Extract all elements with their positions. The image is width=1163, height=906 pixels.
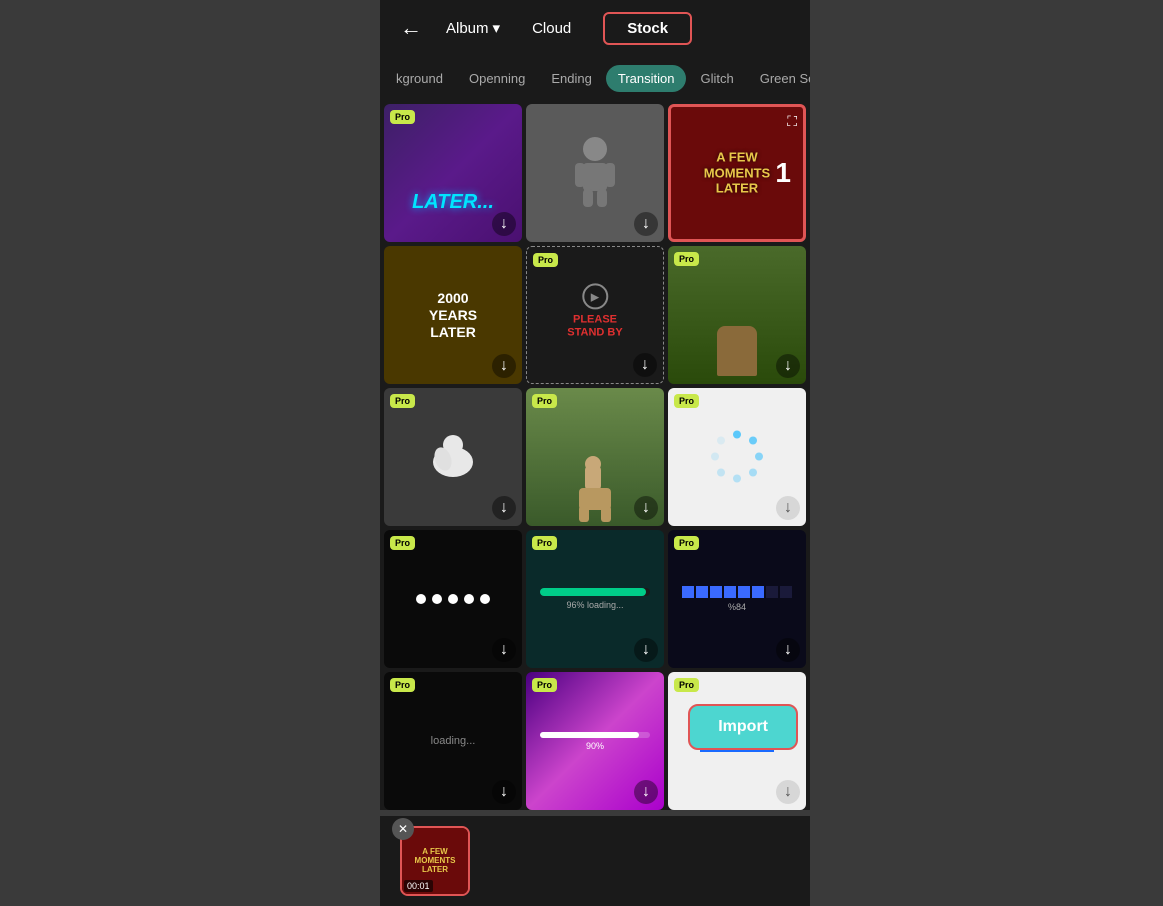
download-icon-12[interactable]: ↓ bbox=[776, 638, 800, 662]
grid-item-11[interactable]: Pro 96% loading... ↓ bbox=[526, 530, 664, 668]
grid-item-5[interactable]: Pro ▶ PLEASESTAND BY ↓ bbox=[526, 246, 664, 384]
dot-3 bbox=[448, 594, 458, 604]
pixel-pct-12: %84 bbox=[682, 602, 792, 612]
pixel-seg-4 bbox=[724, 586, 736, 598]
grid-item-3[interactable]: ⛶ 1 A FEWMOMENTS LATER bbox=[668, 104, 806, 242]
tabs-bar: kground Openning Ending Transition Glitc… bbox=[380, 56, 810, 100]
pro-badge-1: Pro bbox=[390, 110, 415, 124]
loading-bar-container-11: 96% loading... bbox=[540, 588, 650, 610]
pixel-bar-12 bbox=[682, 586, 792, 598]
loading-pct2-14: 90% bbox=[540, 741, 650, 751]
dot-4 bbox=[464, 594, 474, 604]
bird-svg bbox=[423, 427, 483, 487]
cloud-button[interactable]: Cloud bbox=[516, 14, 587, 43]
pro-badge-5: Pro bbox=[533, 253, 558, 267]
dots-row-10 bbox=[416, 594, 490, 604]
download-icon-11[interactable]: ↓ bbox=[634, 638, 658, 662]
grid-item-14[interactable]: Pro 90% ↓ bbox=[526, 672, 664, 810]
tab-opening[interactable]: Openning bbox=[457, 65, 537, 92]
grid-item-8[interactable]: Pro ↓ bbox=[526, 388, 664, 526]
loading-bar2-fill-14 bbox=[540, 732, 639, 738]
loading-bar-track-11 bbox=[540, 588, 650, 596]
pixel-seg-8 bbox=[780, 586, 792, 598]
grid-item-1[interactable]: Pro LATER... ↓ bbox=[384, 104, 522, 242]
grid-item-2[interactable]: ↓ bbox=[526, 104, 664, 242]
back-button[interactable]: ← bbox=[392, 11, 430, 45]
pro-badge-15: Pro bbox=[674, 678, 699, 692]
pro-badge-6: Pro bbox=[674, 252, 699, 266]
pro-badge-12: Pro bbox=[674, 536, 699, 550]
grid-item-10[interactable]: Pro ↓ bbox=[384, 530, 522, 668]
loading-text-11: 96% loading... bbox=[540, 600, 650, 610]
import-button-area: Import bbox=[688, 704, 798, 750]
pro-badge-14: Pro bbox=[532, 678, 557, 692]
number-badge-3: 1 bbox=[775, 157, 791, 189]
pixel-seg-3 bbox=[710, 586, 722, 598]
dot-5 bbox=[480, 594, 490, 604]
download-icon-9[interactable]: ↓ bbox=[776, 496, 800, 520]
loading-bar2-track-14 bbox=[540, 732, 650, 738]
tab-background[interactable]: kground bbox=[384, 65, 455, 92]
download-icon-15[interactable]: ↓ bbox=[776, 780, 800, 804]
download-icon-7[interactable]: ↓ bbox=[492, 496, 516, 520]
album-arrow-icon: ▾ bbox=[493, 19, 501, 37]
download-icon-5[interactable]: ↓ bbox=[633, 353, 657, 377]
preview-timestamp: 00:01 bbox=[404, 880, 433, 892]
pixel-seg-2 bbox=[696, 586, 708, 598]
pro-badge-9: Pro bbox=[674, 394, 699, 408]
pixel-bar-container-12: %84 bbox=[682, 586, 792, 612]
download-icon-8[interactable]: ↓ bbox=[634, 496, 658, 520]
grid-item-9[interactable]: Pro ↓ bbox=[668, 388, 806, 526]
preview-thumb-text: A FEWMOMENTS LATER bbox=[415, 848, 456, 874]
tab-ending[interactable]: Ending bbox=[539, 65, 603, 92]
item-5-text: PLEASESTAND BY bbox=[567, 313, 622, 339]
loading-bar2-container-14: 90% bbox=[540, 732, 650, 751]
header: ← Album ▾ Cloud Stock bbox=[380, 0, 810, 56]
tab-glitch[interactable]: Glitch bbox=[688, 65, 745, 92]
grid-item-6[interactable]: Pro ↓ bbox=[668, 246, 806, 384]
loading-text-13: loading... bbox=[431, 735, 476, 747]
pro-badge-7: Pro bbox=[390, 394, 415, 408]
preview-wrapper: ✕ A FEWMOMENTS LATER 00:01 bbox=[400, 826, 470, 896]
grid-item-4[interactable]: 2000 YEARSLATER ↓ bbox=[384, 246, 522, 384]
pro-badge-13: Pro bbox=[390, 678, 415, 692]
person-svg bbox=[565, 133, 625, 213]
spinner-svg bbox=[709, 427, 765, 483]
pixel-seg-7 bbox=[766, 586, 778, 598]
stock-button[interactable]: Stock bbox=[603, 12, 692, 45]
tab-transition[interactable]: Transition bbox=[606, 65, 687, 92]
download-icon-4[interactable]: ↓ bbox=[492, 354, 516, 378]
pro-badge-8: Pro bbox=[532, 394, 557, 408]
download-icon-2[interactable]: ↓ bbox=[634, 212, 658, 236]
grid-item-7[interactable]: Pro ↓ bbox=[384, 388, 522, 526]
pro-badge-11: Pro bbox=[532, 536, 557, 550]
item-1-text: LATER... bbox=[384, 191, 522, 214]
download-icon-10[interactable]: ↓ bbox=[492, 638, 516, 662]
grid-item-13[interactable]: Pro loading... ↓ bbox=[384, 672, 522, 810]
preview-close-button[interactable]: ✕ bbox=[392, 818, 414, 840]
pixel-seg-5 bbox=[738, 586, 750, 598]
tab-greenscreen[interactable]: Green Screen bbox=[748, 65, 810, 92]
marmot-shape bbox=[717, 326, 757, 376]
main-panel: ← Album ▾ Cloud Stock kground Openning E… bbox=[380, 0, 810, 810]
item-3-text: A FEWMOMENTS LATER bbox=[704, 150, 770, 197]
pixel-seg-6 bbox=[752, 586, 764, 598]
import-button[interactable]: Import bbox=[688, 704, 798, 750]
download-icon-14[interactable]: ↓ bbox=[634, 780, 658, 804]
loading-bar-fill-11 bbox=[540, 588, 646, 596]
download-icon-13[interactable]: ↓ bbox=[492, 780, 516, 804]
bottom-preview-strip: ✕ A FEWMOMENTS LATER 00:01 bbox=[380, 816, 810, 906]
expand-icon-3: ⛶ bbox=[787, 113, 797, 130]
dot-1 bbox=[416, 594, 426, 604]
album-button[interactable]: Album ▾ bbox=[446, 19, 500, 37]
pro-badge-10: Pro bbox=[390, 536, 415, 550]
dot-2 bbox=[432, 594, 442, 604]
llama-svg bbox=[565, 456, 625, 526]
item-4-text: 2000 YEARSLATER bbox=[419, 290, 488, 340]
grid-item-12[interactable]: Pro %84 ↓ bbox=[668, 530, 806, 668]
pixel-seg-1 bbox=[682, 586, 694, 598]
download-icon-1[interactable]: ↓ bbox=[492, 212, 516, 236]
album-label: Album bbox=[446, 20, 489, 37]
download-icon-6[interactable]: ↓ bbox=[776, 354, 800, 378]
